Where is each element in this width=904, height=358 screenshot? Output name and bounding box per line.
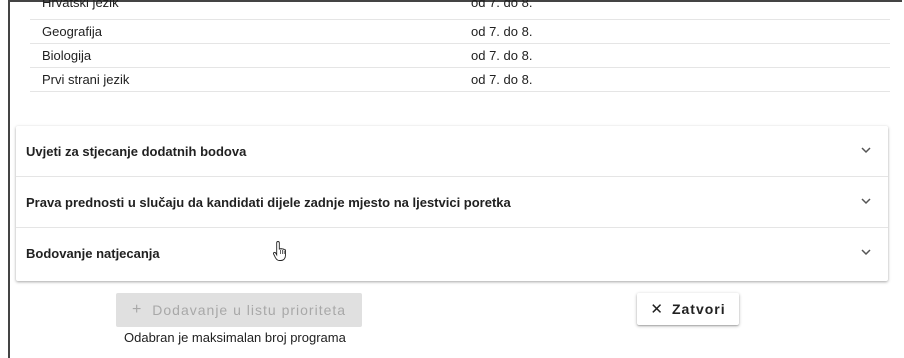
subjects-table: Hrvatski jezik od 7. do 8. Geografija od… xyxy=(30,0,890,92)
accordion-item-label: Uvjeti za stjecanje dodatnih bodova xyxy=(26,144,247,159)
max-programs-note: Odabran je maksimalan broj programa xyxy=(124,330,346,345)
accordion-item-label: Prava prednosti u slučaju da kandidati d… xyxy=(26,195,511,210)
subject-grade: od 7. do 8. xyxy=(471,0,533,10)
subject-name: Prvi strani jezik xyxy=(42,72,130,87)
subject-name: Geografija xyxy=(42,24,102,39)
accordion-item-label: Bodovanje natjecanja xyxy=(26,246,160,261)
table-row: Geografija od 7. do 8. xyxy=(30,20,890,44)
subject-name: Biologija xyxy=(42,48,92,63)
accordion-item-competition-scoring[interactable]: Bodovanje natjecanja xyxy=(16,228,888,279)
subject-grade: od 7. do 8. xyxy=(471,24,533,39)
close-button-label: Zatvori xyxy=(671,301,726,317)
add-button-label: Dodavanje u listu prioriteta xyxy=(152,302,347,318)
plus-icon: + xyxy=(131,301,143,318)
accordion-item-additional-points[interactable]: Uvjeti za stjecanje dodatnih bodova xyxy=(16,126,888,177)
table-row: Biologija od 7. do 8. xyxy=(30,44,890,68)
chevron-down-icon xyxy=(861,198,871,205)
subject-grade: od 7. do 8. xyxy=(471,72,533,87)
hand-cursor-icon xyxy=(272,241,286,261)
chevron-down-icon xyxy=(861,147,871,154)
subject-name: Hrvatski jezik xyxy=(42,0,119,10)
table-row: Hrvatski jezik od 7. do 8. xyxy=(30,0,890,20)
subject-grade: od 7. do 8. xyxy=(471,48,533,63)
add-to-priority-list-button[interactable]: + Dodavanje u listu prioriteta xyxy=(116,293,362,327)
chevron-down-icon xyxy=(861,249,871,256)
accordion-item-priority-rights[interactable]: Prava prednosti u slučaju da kandidati d… xyxy=(16,177,888,228)
close-button[interactable]: ✕ Zatvori xyxy=(637,293,739,325)
table-row: Prvi strani jezik od 7. do 8. xyxy=(30,68,890,92)
details-accordion: Uvjeti za stjecanje dodatnih bodova Prav… xyxy=(16,126,888,281)
close-icon: ✕ xyxy=(650,301,664,318)
